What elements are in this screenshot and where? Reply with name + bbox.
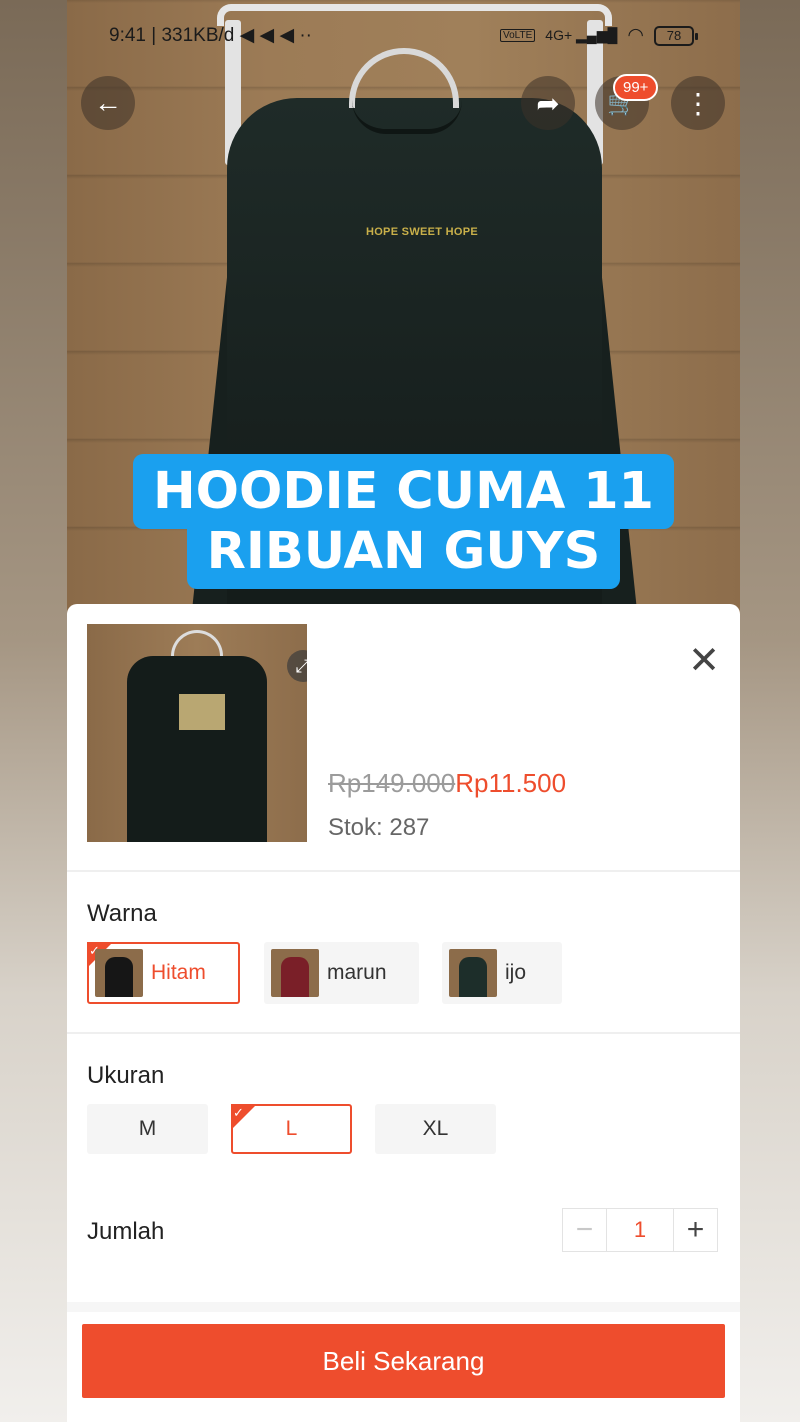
stock-count: Stok: 287	[328, 814, 430, 841]
quantity-stepper: − 1 +	[562, 1208, 718, 1252]
share-button[interactable]: ➦	[521, 76, 575, 130]
color-section-title: Warna	[87, 900, 157, 927]
wifi-icon: ◠	[627, 25, 644, 46]
original-price: Rp149.000	[328, 768, 456, 798]
clothes-hanger	[349, 48, 459, 108]
cart-count-badge: 99+	[613, 74, 659, 101]
notification-icons: ◀ ◀ ◀ ··	[239, 25, 312, 46]
color-swatch-hitam	[95, 949, 143, 997]
thumbnail-print	[179, 694, 225, 730]
caption-line-2: RIBUAN GUYS	[186, 514, 621, 589]
promo-caption: HOODIE CUMA 11 RIBUAN GUYS	[67, 454, 740, 589]
quantity-decrease-button[interactable]: −	[563, 1209, 607, 1251]
variant-bottom-sheet: ⤢ ✕ Rp149.000Rp11.500 Stok: 287 Warna ✓ …	[67, 604, 740, 1422]
size-option-label: XL	[422, 1117, 449, 1140]
more-options-button[interactable]: ⋮	[671, 76, 725, 130]
price-row: Rp149.000Rp11.500	[328, 768, 566, 799]
status-left: 9:41 | 331KB/d ◀ ◀ ◀ ··	[109, 24, 312, 47]
color-option-label: ijo	[505, 961, 527, 984]
size-option-xl[interactable]: XL	[375, 1104, 496, 1154]
divider	[67, 870, 740, 872]
color-option-marun[interactable]: marun	[264, 942, 419, 1004]
quantity-value[interactable]: 1	[607, 1209, 673, 1251]
sale-price: Rp11.500	[455, 768, 567, 798]
color-option-label: marun	[327, 961, 387, 984]
size-option-m[interactable]: M	[87, 1104, 208, 1154]
status-right: VoLTE 4G+ ▂▄▆█ ◠ 78	[500, 24, 698, 47]
size-option-label: L	[285, 1117, 298, 1140]
volte-icon: VoLTE	[500, 29, 536, 42]
quantity-label: Jumlah	[87, 1218, 165, 1245]
share-icon: ➦	[536, 87, 560, 119]
selected-variant-thumbnail[interactable]: ⤢	[87, 624, 307, 842]
signal-icon: 4G+ ▂▄▆█	[545, 27, 618, 43]
status-net-speed: | 331KB/d	[151, 25, 235, 46]
buy-now-button[interactable]: Beli Sekarang	[82, 1324, 725, 1398]
divider	[67, 1302, 740, 1312]
size-option-label: M	[138, 1117, 157, 1140]
more-vertical-icon: ⋮	[684, 87, 712, 119]
close-icon[interactable]: ✕	[688, 642, 720, 680]
status-bar: 9:41 | 331KB/d ◀ ◀ ◀ ·· VoLTE 4G+ ▂▄▆█ ◠…	[67, 18, 740, 54]
color-option-hitam[interactable]: ✓ Hitam	[87, 942, 240, 1004]
color-option-ijo[interactable]: ijo	[442, 942, 562, 1004]
color-option-label: Hitam	[151, 961, 206, 984]
sweater-neckline	[352, 100, 462, 134]
phone-screen: HOPE SWEET HOPE 9:41 | 331KB/d ◀ ◀ ◀ ·· …	[67, 0, 740, 1422]
quantity-increase-button[interactable]: +	[673, 1209, 717, 1251]
color-swatch-ijo	[449, 949, 497, 997]
status-time: 9:41	[109, 25, 146, 46]
back-arrow-icon: ←	[94, 87, 122, 118]
selected-check-icon: ✓	[231, 1104, 257, 1130]
battery-icon: 78	[654, 25, 698, 46]
thumbnail-sweater	[127, 656, 267, 842]
size-option-l[interactable]: ✓ L	[231, 1104, 352, 1154]
divider	[67, 1032, 740, 1034]
color-swatch-marun	[271, 949, 319, 997]
back-button[interactable]: ←	[81, 76, 135, 130]
expand-icon[interactable]: ⤢	[287, 650, 307, 682]
sweater-print-text: HOPE SWEET HOPE	[365, 226, 479, 238]
size-section-title: Ukuran	[87, 1062, 165, 1089]
